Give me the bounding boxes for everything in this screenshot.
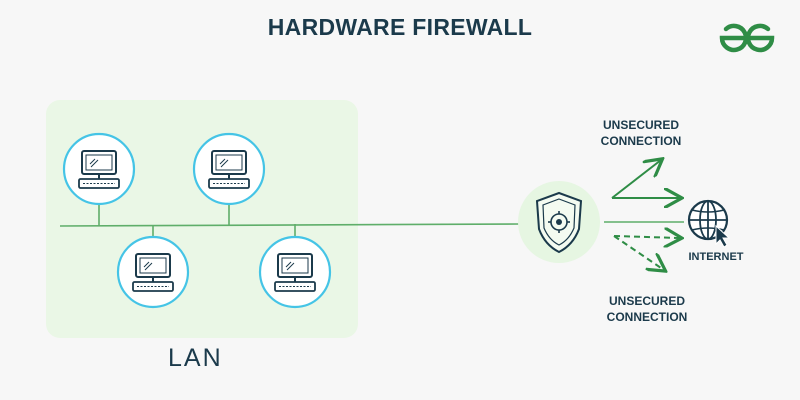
computer-node: [258, 235, 332, 309]
computer-node: [192, 132, 266, 206]
computer-node: [62, 132, 136, 206]
lan-bus-line: [59, 223, 521, 227]
unsecured-arrow: [611, 160, 661, 199]
internet-label: INTERNET: [688, 251, 744, 263]
unsecured-dashed-arrow: [613, 235, 664, 270]
lan-label: LAN: [168, 344, 223, 372]
firewall-node: [518, 181, 600, 263]
top-connection-label: UNSECURED CONNECTION: [600, 118, 682, 148]
unsecured-dashed-arrow: [613, 236, 680, 238]
bottom-connection-label: UNSECURED CONNECTION: [606, 294, 688, 324]
globe-icon: [687, 199, 731, 248]
computer-node: [116, 235, 190, 309]
network-diagram: [59, 132, 731, 309]
